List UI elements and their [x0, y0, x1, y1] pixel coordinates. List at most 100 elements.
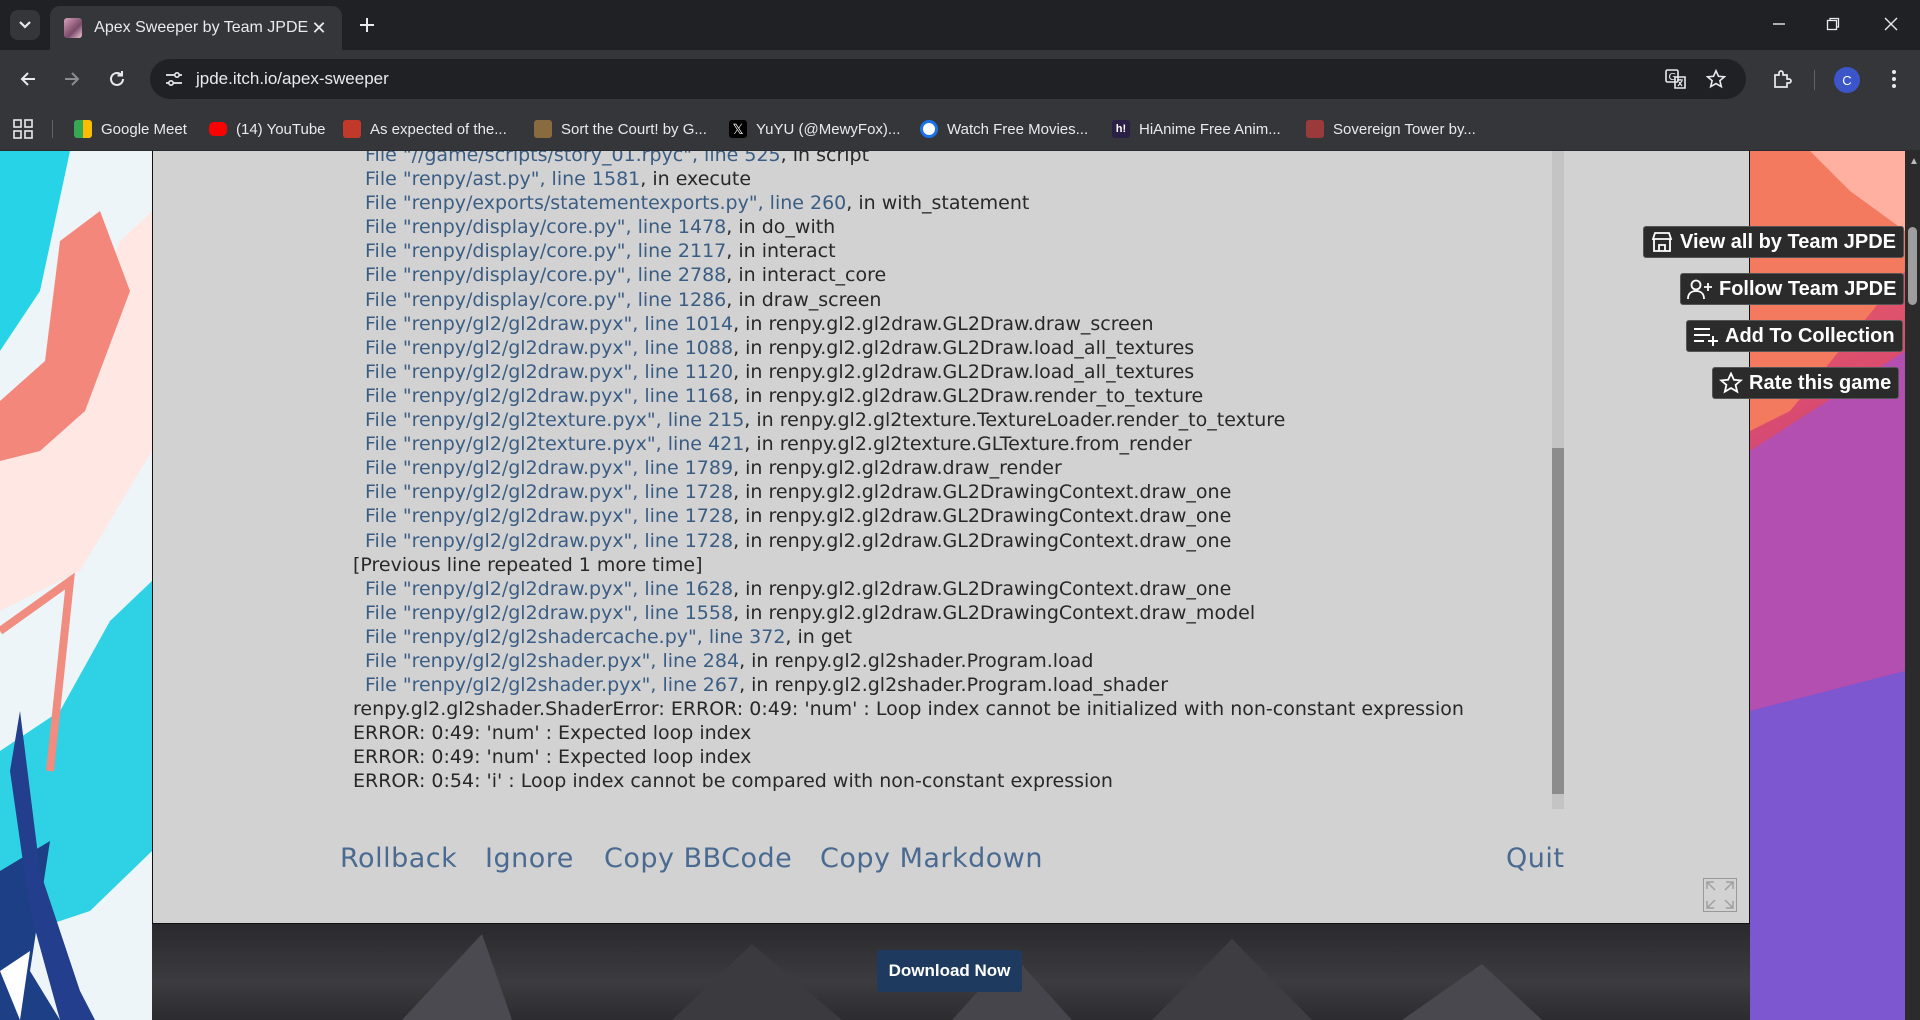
- rollback-button[interactable]: Rollback: [340, 843, 457, 874]
- traceback-line: [Previous line repeated 1 more time]: [353, 553, 1683, 577]
- bookmark-label: As expected of the...: [370, 120, 507, 138]
- traceback-file-location: File "renpy/gl2/gl2texture.pyx", line 21…: [365, 409, 745, 432]
- bookmark-watch-free-movies[interactable]: Watch Free Movies...: [920, 117, 1088, 141]
- plus-icon: [360, 18, 374, 32]
- new-tab-button[interactable]: [352, 10, 382, 40]
- traceback-message: , in renpy.gl2.gl2shader.Program.load_sh…: [739, 674, 1169, 697]
- profile-avatar[interactable]: C: [1834, 67, 1860, 93]
- forward-button[interactable]: [56, 63, 88, 95]
- minimize-icon: [1773, 23, 1785, 25]
- bookmark-label: Sovereign Tower by...: [1333, 120, 1476, 138]
- chevron-down-icon: [19, 21, 31, 29]
- apps-grid-icon[interactable]: [12, 118, 34, 140]
- scroll-up-arrow-icon[interactable]: ▲: [1909, 156, 1919, 167]
- view-all-button[interactable]: View all by Team JPDE: [1643, 226, 1905, 258]
- bookmark-google-meet[interactable]: Google Meet: [74, 117, 187, 141]
- traceback-file-location: File "renpy/display/core.py", line 2788: [365, 264, 727, 287]
- close-icon[interactable]: ✕: [308, 18, 330, 39]
- background-art-left: [0, 151, 152, 1020]
- tab-search-button[interactable]: [10, 10, 40, 40]
- bookmark-sort-the-court[interactable]: Sort the Court! by G...: [534, 117, 707, 141]
- back-button[interactable]: [12, 63, 44, 95]
- close-window-button[interactable]: [1868, 8, 1914, 40]
- reload-button[interactable]: [101, 63, 133, 95]
- fullscreen-icon[interactable]: [1703, 878, 1737, 912]
- tab-apex-sweeper[interactable]: Apex Sweeper by Team JPDE ✕: [50, 6, 342, 50]
- traceback-line: ERROR: 0:49: 'num' : Expected loop index: [353, 745, 1683, 769]
- traceback-message: , in draw_screen: [726, 288, 882, 311]
- page-scrollbar-thumb[interactable]: [1908, 227, 1917, 305]
- traceback-line: File "renpy/gl2/gl2shadercache.py", line…: [353, 625, 1683, 649]
- rate-game-label: Rate this game: [1749, 371, 1892, 394]
- traceback-line: File "renpy/gl2/gl2draw.pyx", line 1628,…: [353, 577, 1683, 601]
- star-icon: [1719, 372, 1743, 394]
- bookmark-as-expected[interactable]: As expected of the...: [343, 117, 507, 141]
- traceback-scrollbar[interactable]: [1552, 151, 1564, 809]
- traceback-line: File "renpy/gl2/gl2texture.pyx", line 42…: [353, 432, 1683, 456]
- traceback-message: , in renpy.gl2.gl2draw.GL2DrawingContext…: [733, 601, 1256, 624]
- traceback-file-location: File "//game/scripts/story_01.rpyc", lin…: [365, 151, 781, 166]
- add-to-collection-button[interactable]: Add To Collection: [1686, 320, 1903, 352]
- bookmark-hianime[interactable]: h! HiAnime Free Anim...: [1112, 117, 1281, 141]
- traceback-file-location: File "renpy/exports/statementexports.py"…: [365, 192, 847, 215]
- itch-game-icon: [534, 120, 552, 138]
- traceback-scrollbar-thumb[interactable]: [1552, 448, 1564, 794]
- traceback-line: File "renpy/ast.py", line 1581, in execu…: [353, 167, 1683, 191]
- traceback-line: File "renpy/gl2/gl2draw.pyx", line 1789,…: [353, 456, 1683, 480]
- bookmark-star-icon[interactable]: [1704, 67, 1728, 91]
- traceback-line: File "renpy/exports/statementexports.py"…: [353, 191, 1683, 215]
- translate-icon[interactable]: G: [1664, 67, 1688, 91]
- menu-kebab-icon[interactable]: [1878, 63, 1910, 95]
- address-bar[interactable]: jpde.itch.io/apex-sweeper G: [150, 59, 1746, 99]
- traceback-file-location: File "renpy/gl2/gl2shader.pyx", line 267: [365, 674, 740, 697]
- user-plus-icon: [1687, 279, 1712, 300]
- traceback-line: ERROR: 0:49: 'num' : Expected loop index: [353, 721, 1683, 745]
- traceback-message: , in renpy.gl2.gl2texture.TextureLoader.…: [744, 409, 1286, 432]
- bookmark-yuyu[interactable]: 𝕏 YuYU (@MewyFox)...: [729, 117, 900, 141]
- traceback-message: renpy.gl2.gl2shader.ShaderError: ERROR: …: [353, 698, 1464, 721]
- copy-bbcode-button[interactable]: Copy BBCode: [604, 843, 792, 874]
- ignore-button[interactable]: Ignore: [485, 843, 574, 874]
- traceback-message: ERROR: 0:54: 'i' : Loop index cannot be …: [353, 770, 1113, 793]
- traceback-message: , in interact: [726, 240, 836, 263]
- playlist-add-icon: [1694, 328, 1718, 346]
- download-now-button[interactable]: Download Now: [877, 950, 1022, 992]
- traceback-line: File "renpy/display/core.py", line 2117,…: [353, 239, 1683, 263]
- page-scrollbar[interactable]: ▲: [1905, 151, 1920, 1020]
- traceback-text: File "//game/scripts/story_01.rpyc", lin…: [353, 151, 1683, 794]
- close-icon: [1884, 17, 1898, 31]
- manga-site-icon: [343, 120, 361, 138]
- rate-game-button[interactable]: Rate this game: [1712, 367, 1900, 399]
- bookmark-sovereign-tower[interactable]: Sovereign Tower by...: [1306, 117, 1476, 141]
- storefront-icon: [1651, 232, 1673, 252]
- url-text: jpde.itch.io/apex-sweeper: [196, 69, 389, 88]
- minimize-button[interactable]: [1756, 8, 1802, 40]
- extensions-icon[interactable]: [1766, 63, 1798, 95]
- traceback-message: , in renpy.gl2.gl2shader.Program.load: [739, 649, 1094, 672]
- arrow-left-icon: [20, 72, 35, 86]
- traceback-file-location: File "renpy/display/core.py", line 1286: [365, 288, 727, 311]
- traceback-file-location: File "renpy/gl2/gl2draw.pyx", line 1728: [365, 481, 734, 504]
- toolbar-divider: [1814, 70, 1815, 90]
- quit-button[interactable]: Quit: [1506, 843, 1564, 874]
- bookmark-youtube[interactable]: (14) YouTube: [209, 117, 326, 141]
- bookmark-label: (14) YouTube: [236, 120, 326, 138]
- traceback-file-location: File "renpy/gl2/gl2draw.pyx", line 1558: [365, 601, 734, 624]
- browser-toolbar: jpde.itch.io/apex-sweeper G C: [0, 50, 1920, 108]
- traceback-file-location: File "renpy/display/core.py", line 1478: [365, 216, 727, 239]
- site-settings-icon[interactable]: [164, 69, 184, 89]
- x-icon: 𝕏: [729, 120, 747, 138]
- hianime-icon: h!: [1112, 120, 1130, 138]
- bookmark-label: YuYU (@MewyFox)...: [756, 120, 901, 138]
- follow-button[interactable]: Follow Team JPDE: [1680, 273, 1905, 305]
- game-embed-frame[interactable]: File "//game/scripts/story_01.rpyc", lin…: [152, 151, 1750, 924]
- traceback-line: File "renpy/gl2/gl2draw.pyx", line 1728,…: [353, 480, 1683, 504]
- page-viewport: File "//game/scripts/story_01.rpyc", lin…: [0, 151, 1905, 1020]
- traceback-line: File "renpy/gl2/gl2draw.pyx", line 1728,…: [353, 504, 1683, 528]
- traceback-file-location: File "renpy/gl2/gl2draw.pyx", line 1014: [365, 312, 734, 335]
- copy-markdown-button[interactable]: Copy Markdown: [820, 843, 1043, 874]
- traceback-file-location: File "renpy/gl2/gl2draw.pyx", line 1168: [365, 384, 734, 407]
- traceback-message: , in renpy.gl2.gl2draw.GL2Draw.render_to…: [733, 384, 1204, 407]
- bookmark-label: HiAnime Free Anim...: [1139, 120, 1281, 138]
- restore-button[interactable]: [1810, 8, 1856, 40]
